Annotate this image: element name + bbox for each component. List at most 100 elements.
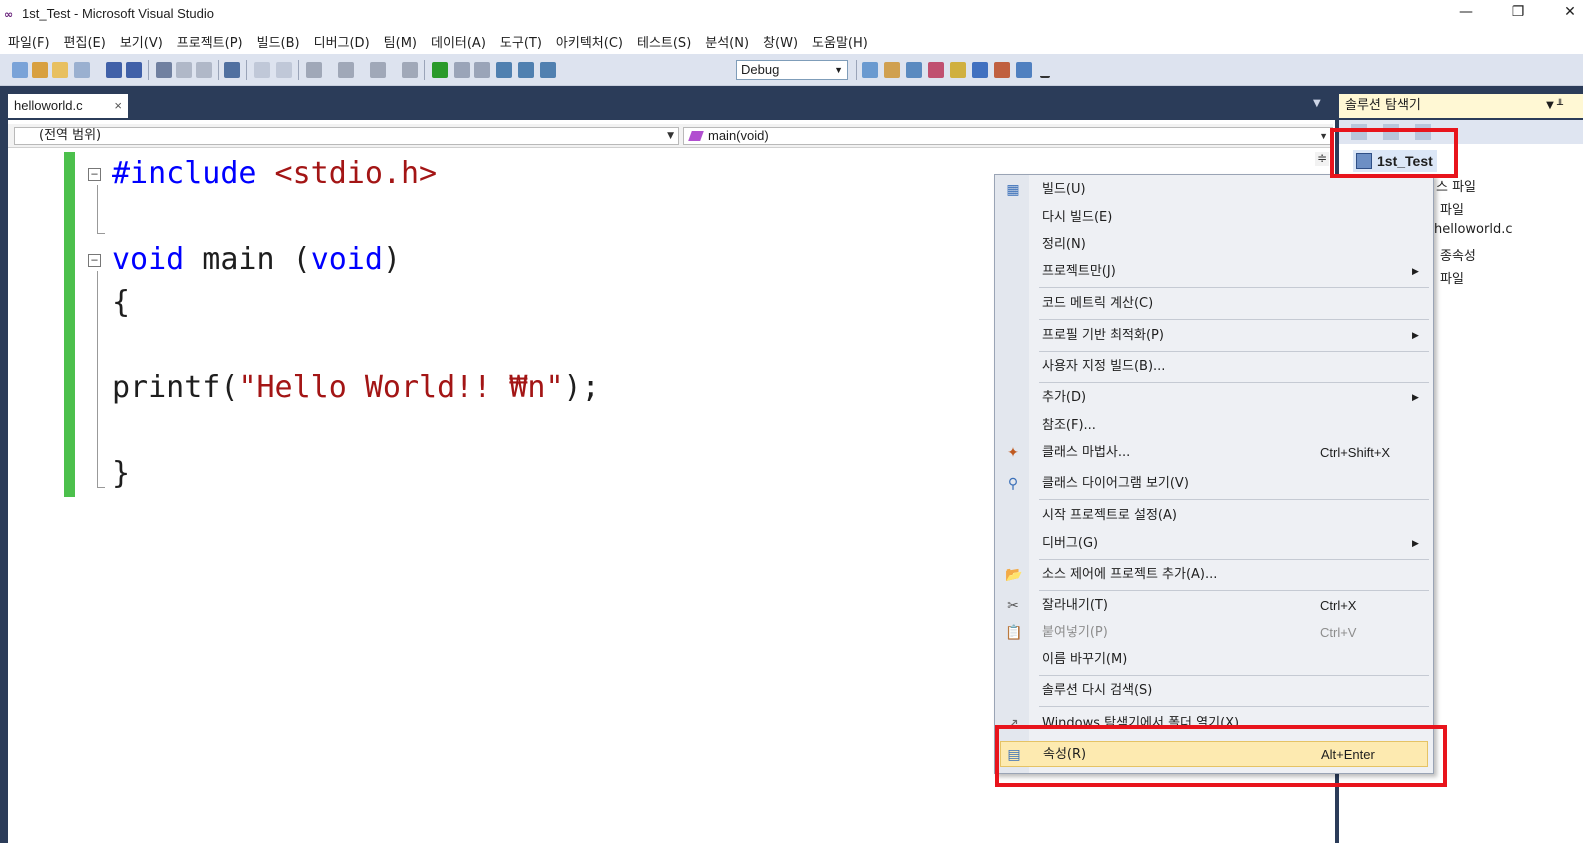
team-explorer-icon[interactable] [994, 62, 1010, 78]
highlight-properties-item [995, 725, 1447, 787]
start-page-icon[interactable] [1016, 62, 1032, 78]
tree-item-dependencies[interactable]: 종속성 [1440, 245, 1476, 264]
menu-item-pgo[interactable]: 프로필 기반 최적화(P) ▶ [995, 323, 1433, 349]
menu-help[interactable]: 도움말(H) [812, 32, 868, 51]
active-files-dropdown-icon[interactable]: ▼ [1313, 98, 1321, 109]
tree-item-source-files[interactable]: 스 파일 [1436, 176, 1476, 195]
tab-label: helloworld.c [14, 98, 83, 113]
menu-data[interactable]: 데이터(A) [431, 32, 486, 51]
find-in-files-icon[interactable] [862, 62, 878, 78]
class-view-icon[interactable] [972, 62, 988, 78]
menu-item-rebuild[interactable]: 다시 빌드(E) [995, 205, 1433, 231]
menu-edit[interactable]: 편집(E) [64, 32, 106, 51]
menu-item-add[interactable]: 추가(D) ▶ [995, 385, 1433, 411]
tab-helloworld[interactable]: helloworld.c × [8, 94, 128, 118]
class-diagram-icon: ⚲ [1007, 476, 1019, 492]
add-source-control-icon: 📂 [1005, 567, 1023, 583]
open-file-icon[interactable] [52, 62, 68, 78]
menu-item-rename[interactable]: 이름 바꾸기(M) [995, 647, 1433, 673]
redo-icon[interactable] [338, 62, 354, 78]
tree-item-header-files[interactable]: 파일 [1440, 199, 1464, 218]
menu-item-add-to-source-control[interactable]: 📂 소스 제어에 프로젝트 추가(A)... [995, 562, 1433, 588]
step-out-icon[interactable] [540, 62, 556, 78]
menu-item-label: 추가(D) [1042, 390, 1087, 405]
undo-icon[interactable] [306, 62, 322, 78]
collapse-main-icon[interactable]: − [88, 254, 101, 267]
outline-tick [97, 233, 105, 234]
menu-item-label: 사용자 지정 빌드(B)... [1042, 359, 1166, 374]
navigate-forward-icon[interactable] [402, 62, 418, 78]
cut-icon[interactable] [156, 62, 172, 78]
uncomment-icon[interactable] [276, 62, 292, 78]
add-new-item-icon[interactable] [74, 62, 90, 78]
vs-logo-icon: ∞ [4, 8, 13, 21]
menu-item-class-wizard[interactable]: ✦ 클래스 마법사... Ctrl+Shift+X [995, 440, 1433, 466]
solution-configuration-select[interactable]: Debug ▼ [736, 60, 848, 80]
menu-debug[interactable]: 디버그(D) [314, 32, 370, 51]
menu-architecture[interactable]: 아키텍처(C) [556, 32, 623, 51]
pane-menu-icon[interactable]: ▼ ╨ [1546, 94, 1563, 118]
menu-view[interactable]: 보기(V) [120, 32, 163, 51]
menu-item-clean[interactable]: 정리(N) [995, 232, 1433, 258]
solution-explorer-title: 솔루션 탐색기 [1345, 98, 1421, 113]
solution-explorer-icon[interactable] [884, 62, 900, 78]
start-debugging-icon[interactable] [432, 62, 448, 78]
menu-window[interactable]: 창(W) [763, 32, 798, 51]
menu-item-rescan-solution[interactable]: 솔루션 다시 검색(S) [995, 678, 1433, 704]
menu-item-set-startup[interactable]: 시작 프로젝트로 설정(A) [995, 503, 1433, 529]
menu-item-project-only[interactable]: 프로젝트만(J) ▶ [995, 259, 1433, 285]
member-dropdown[interactable]: main(void) ▼ [683, 127, 1333, 145]
navigate-backward-icon[interactable] [370, 62, 386, 78]
menu-separator [1039, 590, 1429, 591]
collapse-include-icon[interactable]: − [88, 168, 101, 181]
menu-test[interactable]: 테스트(S) [637, 32, 691, 51]
tree-item-helloworld[interactable]: helloworld.c [1434, 222, 1513, 237]
string-literal: "Hello World!! ₩n" [238, 370, 564, 405]
tree-item-resource-files[interactable]: 파일 [1440, 268, 1464, 287]
menu-item-cut[interactable]: ✂ 잘라내기(T) Ctrl+X [995, 593, 1433, 619]
copy-icon[interactable] [176, 62, 192, 78]
properties-window-icon[interactable] [906, 62, 922, 78]
stop-icon[interactable] [474, 62, 490, 78]
split-window-icon[interactable]: ≑ [1315, 152, 1329, 166]
pause-icon[interactable] [454, 62, 470, 78]
minimize-button[interactable]: — [1452, 4, 1480, 24]
save-all-icon[interactable] [126, 62, 142, 78]
menu-build[interactable]: 빌드(B) [257, 32, 300, 51]
menu-separator [1039, 559, 1429, 560]
step-over-icon[interactable] [518, 62, 534, 78]
menu-item-shortcut: Ctrl+X [1320, 598, 1357, 613]
menu-item-view-class-diagram[interactable]: ⚲ 클래스 다이어그램 보기(V) [995, 471, 1433, 497]
menu-analyze[interactable]: 분석(N) [705, 32, 749, 51]
scope-dropdown[interactable]: (전역 범위) ▼ [14, 127, 679, 145]
add-item-icon[interactable] [32, 62, 48, 78]
new-project-icon[interactable] [12, 62, 28, 78]
menu-project[interactable]: 프로젝트(P) [177, 32, 243, 51]
toolbox-icon[interactable] [950, 62, 966, 78]
object-browser-icon[interactable] [928, 62, 944, 78]
find-icon[interactable] [224, 62, 240, 78]
menu-item-build[interactable]: ▦ 빌드(U) [995, 177, 1433, 203]
toolbar-separator [298, 60, 299, 80]
outline-line [97, 271, 98, 487]
menu-item-label: 코드 메트릭 계산(C) [1042, 296, 1154, 311]
close-tab-icon[interactable]: × [114, 94, 122, 118]
menu-item-debug[interactable]: 디버그(G) ▶ [995, 531, 1433, 557]
menu-file[interactable]: 파일(F) [8, 32, 50, 51]
close-button[interactable]: ✕ [1556, 4, 1583, 24]
save-icon[interactable] [106, 62, 122, 78]
submenu-arrow-icon: ▶ [1412, 539, 1419, 549]
menu-team[interactable]: 팀(M) [384, 32, 417, 51]
menu-item-references[interactable]: 참조(F)... [995, 413, 1433, 439]
menu-tools[interactable]: 도구(T) [500, 32, 542, 51]
paste-icon[interactable] [196, 62, 212, 78]
menu-item-shortcut: Ctrl+Shift+X [1320, 445, 1391, 460]
toolbar-options-icon[interactable] [1040, 62, 1050, 78]
step-into-icon[interactable] [496, 62, 512, 78]
comment-icon[interactable] [254, 62, 270, 78]
window-title: 1st_Test - Microsoft Visual Studio [22, 6, 214, 21]
menu-item-code-metrics[interactable]: 코드 메트릭 계산(C) [995, 291, 1433, 317]
menu-item-custom-build[interactable]: 사용자 지정 빌드(B)... [995, 354, 1433, 380]
restore-button[interactable]: ❐ [1504, 4, 1532, 24]
menu-separator [1039, 287, 1429, 288]
